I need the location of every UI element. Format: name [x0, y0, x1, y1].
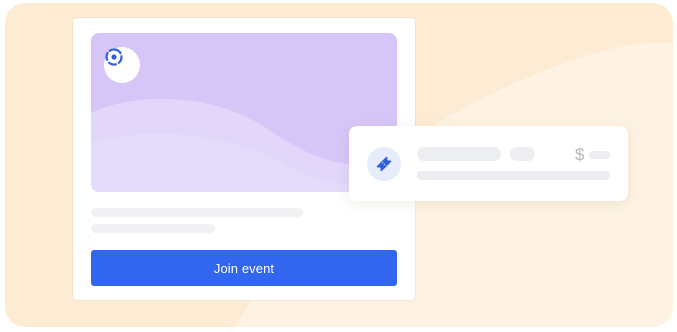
event-subtitle-skeleton [91, 224, 215, 233]
ticket-description-skeleton [417, 171, 610, 180]
ticket-price-skeleton [589, 151, 610, 159]
aperture-logo-icon [105, 48, 123, 66]
join-event-button[interactable]: Join event [91, 250, 397, 286]
event-title-skeleton [91, 208, 303, 217]
ticket-tag-skeleton [510, 147, 535, 161]
currency-symbol: $ [575, 145, 585, 164]
ticket-icon-badge [367, 147, 401, 181]
ticket-card: $ [349, 126, 628, 201]
event-logo-badge [104, 47, 140, 83]
ticket-icon [376, 156, 392, 172]
ticket-name-skeleton [417, 147, 501, 161]
